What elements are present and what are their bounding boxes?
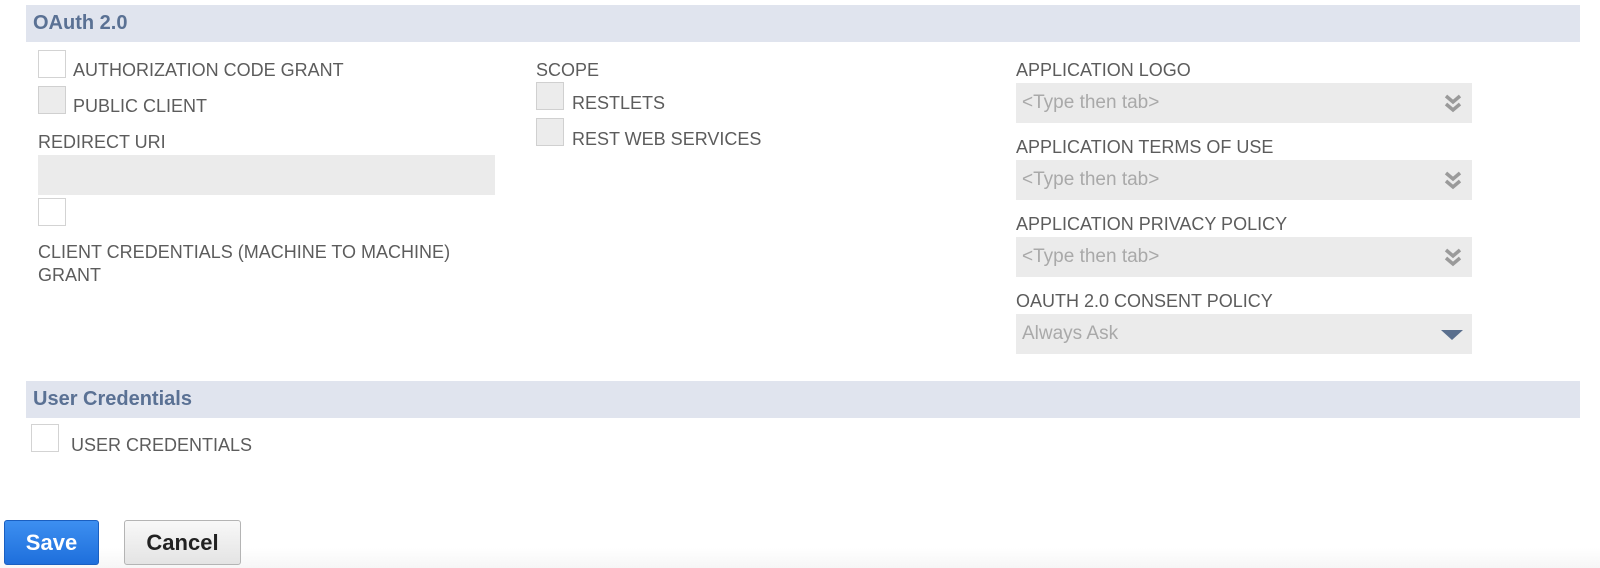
application-privacy-policy-label: APPLICATION PRIVACY POLICY — [1016, 214, 1288, 234]
application-terms-of-use-input[interactable]: <Type then tab> — [1016, 160, 1472, 200]
application-privacy-policy-placeholder: <Type then tab> — [1022, 246, 1160, 267]
client-credentials-grant-checkbox[interactable] — [38, 198, 66, 226]
caret-down-icon[interactable] — [1441, 330, 1463, 340]
scope-rest-web-services-checkbox[interactable] — [536, 118, 564, 146]
redirect-uri-label: REDIRECT URI — [38, 132, 166, 152]
double-chevron-down-icon[interactable] — [1442, 246, 1464, 268]
application-privacy-policy-input[interactable]: <Type then tab> — [1016, 237, 1472, 277]
application-logo-label: APPLICATION LOGO — [1016, 60, 1191, 80]
cancel-button[interactable]: Cancel — [124, 520, 241, 565]
section-header-user-credentials[interactable]: User Credentials — [26, 381, 1580, 418]
authorization-code-grant-checkbox[interactable] — [38, 50, 66, 78]
consent-policy-select[interactable]: Always Ask — [1016, 314, 1472, 354]
public-client-checkbox[interactable] — [38, 86, 66, 114]
user-credentials-checkbox[interactable] — [31, 424, 59, 452]
scope-rest-web-services-label: REST WEB SERVICES — [572, 129, 762, 149]
user-credentials-label: USER CREDENTIALS — [71, 435, 253, 455]
double-chevron-down-icon[interactable] — [1442, 92, 1464, 114]
authorization-code-grant-label: AUTHORIZATION CODE GRANT — [73, 60, 344, 80]
application-logo-input[interactable]: <Type then tab> — [1016, 83, 1472, 123]
scope-label: SCOPE — [536, 60, 600, 80]
scope-restlets-checkbox[interactable] — [536, 82, 564, 110]
client-credentials-grant-label: CLIENT CREDENTIALS (MACHINE TO MACHINE) … — [38, 242, 451, 285]
section-header-oauth[interactable]: OAuth 2.0 — [26, 5, 1580, 42]
application-terms-of-use-placeholder: <Type then tab> — [1022, 169, 1160, 190]
section-title-user-credentials: User Credentials — [33, 388, 192, 410]
oauth-integration-form: OAuth 2.0 AUTHORIZATION CODE GRANT PUBLI… — [0, 0, 1600, 568]
section-title-oauth: OAuth 2.0 — [33, 12, 128, 34]
redirect-uri-input[interactable] — [38, 155, 495, 195]
application-logo-placeholder: <Type then tab> — [1022, 92, 1160, 113]
public-client-label: PUBLIC CLIENT — [73, 96, 208, 116]
save-button[interactable]: Save — [4, 520, 99, 565]
double-chevron-down-icon[interactable] — [1442, 169, 1464, 191]
consent-policy-label: OAUTH 2.0 CONSENT POLICY — [1016, 291, 1273, 311]
consent-policy-value: Always Ask — [1022, 323, 1119, 344]
application-terms-of-use-label: APPLICATION TERMS OF USE — [1016, 137, 1274, 157]
scope-restlets-label: RESTLETS — [572, 93, 666, 113]
